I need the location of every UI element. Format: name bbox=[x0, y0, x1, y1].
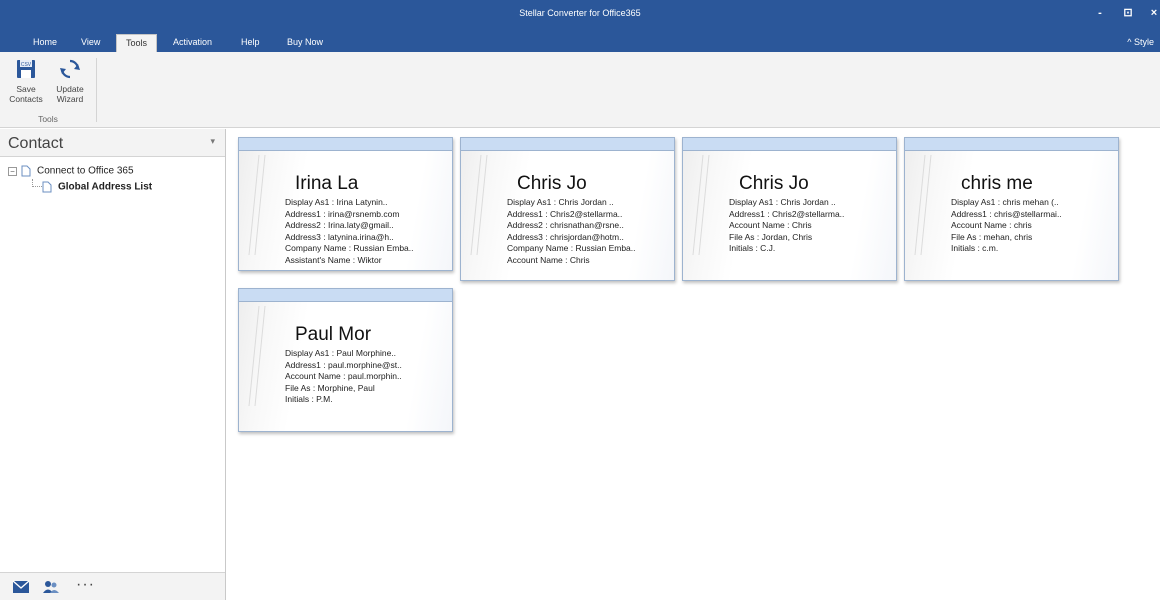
contact-detail-line: Display As1 : chris mehan (.. bbox=[951, 197, 1059, 207]
contact-detail-line: Account Name : Chris bbox=[729, 220, 812, 230]
contact-detail-line: Display As1 : Irina Latynin.. bbox=[285, 197, 388, 207]
tree-item-global-address-list[interactable]: Global Address List bbox=[42, 181, 152, 197]
maximize-button[interactable]: ⊡ bbox=[1118, 4, 1138, 22]
contact-detail-line: Account Name : chris bbox=[951, 220, 1032, 230]
contact-detail-line: Address2 : chrisnathan@rsne.. bbox=[507, 220, 624, 230]
contact-detail-line: Account Name : paul.morphin.. bbox=[285, 371, 402, 381]
contact-detail-line: Display As1 : Chris Jordan .. bbox=[729, 197, 836, 207]
card-body: Paul Mor Display As1 : Paul Morphine.. A… bbox=[239, 302, 452, 431]
contact-detail-line: Address1 : Chris2@stellarma.. bbox=[729, 208, 845, 219]
save-contacts-label-2: Contacts bbox=[9, 94, 43, 104]
contact-detail-line: Display As1 : Paul Morphine.. bbox=[285, 348, 397, 358]
update-wizard-label-1: Update bbox=[56, 84, 84, 94]
contact-details: Display As1 : Paul Morphine.. Address1 :… bbox=[285, 348, 448, 406]
contact-detail-line: Address3 : latynina.irina@h.. bbox=[285, 231, 394, 242]
tree-connector bbox=[32, 179, 42, 187]
card-header-bar bbox=[239, 138, 452, 151]
contact-detail-line: Address3 : chrisjordan@hotm.. bbox=[507, 231, 624, 242]
contact-detail-line: File As : Jordan, Chris bbox=[729, 231, 813, 242]
tree-collapse-icon[interactable]: − bbox=[8, 166, 17, 176]
card-header-bar bbox=[461, 138, 674, 151]
pane-title: Contact bbox=[8, 135, 64, 152]
tree-item-label: Global Address List bbox=[58, 181, 153, 193]
contact-details: Display As1 : Irina Latynin.. Address1 :… bbox=[285, 197, 448, 266]
document-icon bbox=[42, 181, 52, 193]
window-title: Stellar Converter for Office365 bbox=[519, 8, 641, 18]
contact-detail-line: Display As1 : Chris Jordan .. bbox=[507, 197, 614, 207]
contact-detail-line: File As : mehan, chris bbox=[951, 231, 1033, 242]
tree-item-connect-office365[interactable]: − Connect to Office 365 bbox=[8, 165, 134, 181]
ribbon-group-label: Tools bbox=[38, 114, 58, 124]
tab-activation[interactable]: Activation bbox=[164, 34, 221, 52]
save-contacts-button[interactable]: CSV Save Contacts bbox=[4, 58, 48, 104]
contact-details: Display As1 : Chris Jordan .. Address1 :… bbox=[507, 197, 670, 266]
card-decoration bbox=[248, 155, 266, 255]
update-wizard-icon bbox=[60, 59, 80, 79]
contact-details: Display As1 : Chris Jordan .. Address1 :… bbox=[729, 197, 892, 255]
contact-detail-line: Company Name : Russian Emba.. bbox=[507, 243, 636, 253]
save-contacts-label-1: Save bbox=[16, 84, 36, 94]
save-contacts-csv-icon: CSV bbox=[17, 60, 35, 78]
card-body: chris me Display As1 : chris mehan (.. A… bbox=[905, 151, 1118, 280]
pane-header: Contact ▾ bbox=[0, 129, 225, 157]
contact-cards-area: Irina La Display As1 : Irina Latynin.. A… bbox=[228, 129, 1160, 600]
close-button[interactable]: × bbox=[1144, 4, 1160, 22]
contact-nav-pane: Contact ▾ − Connect to Office 365 Global … bbox=[0, 129, 226, 600]
contact-detail-line: File As : Morphine, Paul bbox=[285, 382, 375, 393]
pane-collapse-icon[interactable]: ▾ bbox=[210, 136, 215, 147]
more-options-icon[interactable]: ··· bbox=[76, 576, 95, 594]
minimize-button[interactable]: - bbox=[1090, 4, 1110, 22]
contact-detail-line: Assistant's Name : Wiktor bbox=[285, 254, 382, 265]
contact-detail-line: Address1 : chris@stellarmai.. bbox=[951, 208, 1062, 219]
card-body: Chris Jo Display As1 : Chris Jordan .. A… bbox=[683, 151, 896, 280]
contact-detail-line: Account Name : Chris bbox=[507, 254, 590, 265]
svg-text:CSV: CSV bbox=[21, 62, 32, 68]
card-body: Chris Jo Display As1 : Chris Jordan .. A… bbox=[461, 151, 674, 280]
document-icon bbox=[21, 165, 31, 177]
contact-card[interactable]: Chris Jo Display As1 : Chris Jordan .. A… bbox=[460, 137, 675, 281]
style-menu[interactable]: ^ Style bbox=[1127, 37, 1154, 47]
card-decoration bbox=[248, 306, 266, 406]
contact-detail-line: Address1 : Chris2@stellarma.. bbox=[507, 208, 623, 219]
tab-help[interactable]: Help bbox=[232, 34, 269, 52]
card-header-bar bbox=[683, 138, 896, 151]
card-decoration bbox=[692, 155, 710, 255]
contact-name: chris me bbox=[961, 173, 1033, 194]
title-bar: Stellar Converter for Office365 - ⊡ × bbox=[0, 0, 1160, 30]
ribbon-panel: CSV Save Contacts Update Wizard Tools bbox=[0, 52, 1160, 128]
nav-bottom-bar: ··· bbox=[0, 572, 225, 600]
contact-detail-line: Address2 : Irina.laty@gmail.. bbox=[285, 220, 394, 230]
contact-name: Chris Jo bbox=[517, 173, 587, 194]
tree-item-label: Connect to Office 365 bbox=[37, 165, 134, 177]
update-wizard-label-2: Wizard bbox=[56, 94, 84, 104]
card-decoration bbox=[470, 155, 488, 255]
contact-card[interactable]: Irina La Display As1 : Irina Latynin.. A… bbox=[238, 137, 453, 271]
tab-home[interactable]: Home bbox=[24, 34, 66, 52]
card-decoration bbox=[914, 155, 932, 255]
contact-card[interactable]: Chris Jo Display As1 : Chris Jordan .. A… bbox=[682, 137, 897, 281]
card-header-bar bbox=[239, 289, 452, 302]
contact-detail-line: Company Name : Russian Emba.. bbox=[285, 243, 414, 253]
contact-card[interactable]: chris me Display As1 : chris mehan (.. A… bbox=[904, 137, 1119, 281]
card-header-bar bbox=[905, 138, 1118, 151]
contact-name: Paul Mor bbox=[295, 324, 372, 345]
ribbon-group-separator bbox=[96, 58, 97, 122]
contacts-icon[interactable] bbox=[42, 579, 60, 595]
ribbon-tab-bar: Home View Tools Activation Help Buy Now … bbox=[0, 30, 1160, 53]
contact-name: Chris Jo bbox=[739, 173, 809, 194]
contact-detail-line: Address1 : irina@rsnemb.com bbox=[285, 208, 400, 219]
tab-tools[interactable]: Tools bbox=[116, 34, 158, 53]
contact-card[interactable]: Paul Mor Display As1 : Paul Morphine.. A… bbox=[238, 288, 453, 432]
update-wizard-button[interactable]: Update Wizard bbox=[48, 58, 92, 104]
contact-detail-line: Initials : C.J. bbox=[729, 243, 776, 253]
contact-detail-line: Initials : c.m. bbox=[951, 243, 999, 253]
mail-icon[interactable] bbox=[12, 579, 30, 595]
card-body: Irina La Display As1 : Irina Latynin.. A… bbox=[239, 151, 452, 270]
contact-detail-line: Initials : P.M. bbox=[285, 394, 333, 404]
tab-buy-now[interactable]: Buy Now bbox=[278, 34, 332, 52]
contact-details: Display As1 : chris mehan (.. Address1 :… bbox=[951, 197, 1114, 255]
tab-view[interactable]: View bbox=[72, 34, 109, 52]
contact-name: Irina La bbox=[295, 173, 359, 194]
contact-detail-line: Address1 : paul.morphine@st.. bbox=[285, 359, 402, 370]
